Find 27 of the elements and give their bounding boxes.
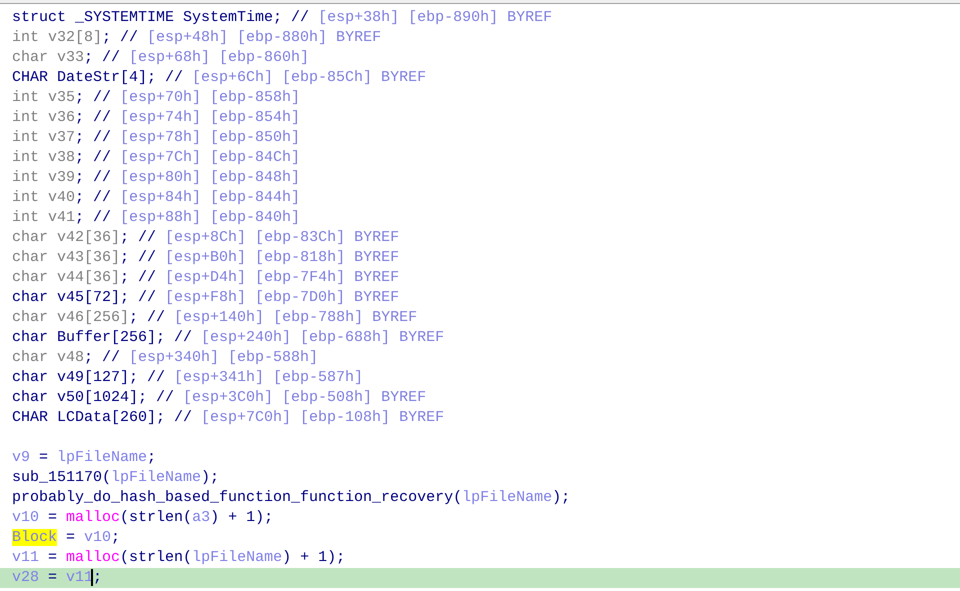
code-line[interactable]: v9 = lpFileName; [0, 448, 960, 468]
code-line[interactable]: probably_do_hash_based_function_function_recovery(lpFileName); [0, 488, 960, 508]
code-line[interactable]: int v38; // [esp+7Ch] [ebp-84Ch] [0, 148, 960, 168]
code-line[interactable]: CHAR DateStr[4]; // [esp+6Ch] [ebp-85Ch] BYREF [0, 68, 960, 88]
code-line[interactable]: char v49[127]; // [esp+341h] [ebp-587h] [0, 368, 960, 388]
code-line[interactable]: int v36; // [esp+74h] [ebp-854h] [0, 108, 960, 128]
code-line[interactable]: CHAR LCData[260]; // [esp+7C0h] [ebp-108h] BYREF [0, 408, 960, 428]
code-line[interactable]: int v35; // [esp+70h] [ebp-858h] [0, 88, 960, 108]
code-line[interactable]: char Buffer[256]; // [esp+240h] [ebp-688h] BYREF [0, 328, 960, 348]
code-line[interactable]: struct _SYSTEMTIME SystemTime; // [esp+38h] [ebp-890h] BYREF [0, 8, 960, 28]
code-line[interactable]: v10 = malloc(strlen(a3) + 1); [0, 508, 960, 528]
code-line[interactable]: char v45[72]; // [esp+F8h] [ebp-7D0h] BYREF [0, 288, 960, 308]
code-line[interactable]: char v46[256]; // [esp+140h] [ebp-788h] BYREF [0, 308, 960, 328]
code-line[interactable]: char v33; // [esp+68h] [ebp-860h] [0, 48, 960, 68]
code-line[interactable]: v11 = malloc(strlen(lpFileName) + 1); [0, 548, 960, 568]
code-line[interactable]: char v50[1024]; // [esp+3C0h] [ebp-508h] BYREF [0, 388, 960, 408]
code-line[interactable]: int v32[8]; // [esp+48h] [ebp-880h] BYREF [0, 28, 960, 48]
code-line[interactable]: char v43[36]; // [esp+B0h] [ebp-818h] BYREF [0, 248, 960, 268]
code-line[interactable]: sub_151170(lpFileName); [0, 468, 960, 488]
code-line[interactable]: char v42[36]; // [esp+8Ch] [ebp-83Ch] BYREF [0, 228, 960, 248]
code-line[interactable]: int v41; // [esp+88h] [ebp-840h] [0, 208, 960, 228]
code-line[interactable]: char v44[36]; // [esp+D4h] [ebp-7F4h] BYREF [0, 268, 960, 288]
code-line[interactable]: int v39; // [esp+80h] [ebp-848h] [0, 168, 960, 188]
code-line[interactable]: Block = v10; [0, 528, 960, 548]
code-line[interactable]: char v48; // [esp+340h] [ebp-588h] [0, 348, 960, 368]
code-line[interactable]: int v40; // [esp+84h] [ebp-844h] [0, 188, 960, 208]
code-line[interactable]: int v37; // [esp+78h] [ebp-850h] [0, 128, 960, 148]
